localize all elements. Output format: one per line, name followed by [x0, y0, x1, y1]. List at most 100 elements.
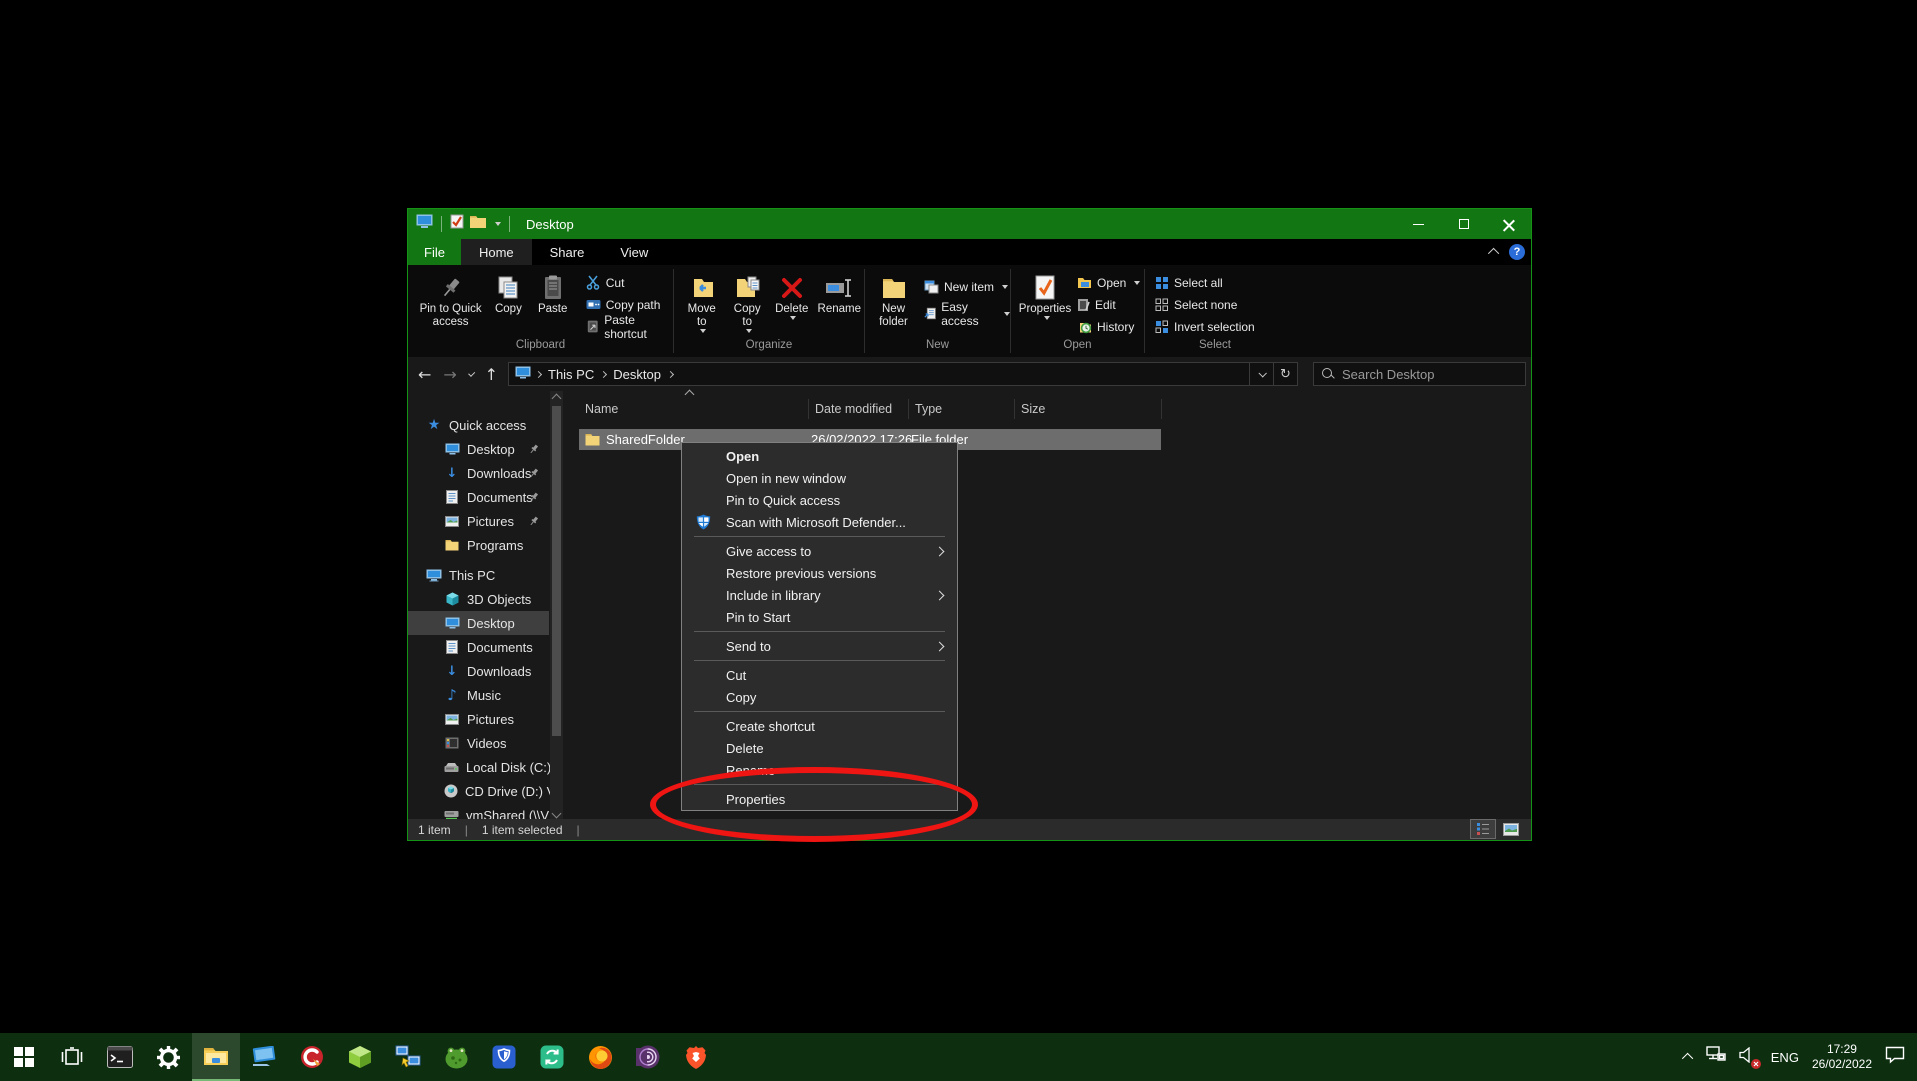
copy-path-button[interactable]: Copy path — [586, 295, 673, 314]
invert-selection-button[interactable]: Invert selection — [1155, 317, 1255, 336]
pc-transfer-button[interactable] — [384, 1033, 432, 1081]
remote-desktop-button[interactable] — [240, 1033, 288, 1081]
sidebar-item-programs[interactable]: Programs — [408, 533, 549, 557]
scrollbar-thumb[interactable] — [552, 406, 561, 736]
delete-button[interactable]: Delete — [771, 271, 813, 322]
sidebar-item-3d-objects[interactable]: 3D Objects — [408, 587, 549, 611]
sync-app-button[interactable] — [528, 1033, 576, 1081]
sidebar-item-pictures[interactable]: Pictures — [408, 707, 549, 731]
sidebar-item-local-disk-c[interactable]: Local Disk (C:) — [408, 755, 549, 779]
sidebar-item-downloads[interactable]: ↓ Downloads — [408, 659, 549, 683]
sidebar-item-quick-access[interactable]: ★ Quick access — [408, 413, 549, 437]
collapse-ribbon-icon[interactable] — [1488, 248, 1499, 259]
paste-shortcut-button[interactable]: Paste shortcut — [586, 317, 673, 336]
edit-button[interactable]: Edit — [1077, 295, 1140, 314]
menu-item-pin-to-start[interactable]: Pin to Start — [682, 606, 957, 628]
sidebar-item-documents[interactable]: Documents — [408, 635, 549, 659]
breadcrumb-desktop[interactable]: Desktop — [611, 367, 663, 382]
minimize-button[interactable] — [1396, 209, 1441, 239]
ccleaner-button[interactable] — [288, 1033, 336, 1081]
copy-to-button[interactable]: Copy to — [725, 271, 768, 335]
help-icon[interactable]: ? — [1509, 244, 1525, 260]
column-header-name[interactable]: Name — [585, 397, 618, 421]
sidebar-item-videos[interactable]: Videos — [408, 731, 549, 755]
cut-button[interactable]: Cut — [586, 273, 673, 292]
select-all-button[interactable]: Select all — [1155, 273, 1255, 292]
brave-button[interactable] — [672, 1033, 720, 1081]
column-header-date-modified[interactable]: Date modified — [815, 397, 892, 421]
tor-browser-button[interactable] — [624, 1033, 672, 1081]
clock[interactable]: 17:29 26/02/2022 — [1812, 1042, 1872, 1072]
sidebar-item-this-pc[interactable]: This PC — [408, 563, 549, 587]
bitwarden-button[interactable] — [480, 1033, 528, 1081]
sidebar-item-desktop[interactable]: Desktop — [408, 611, 549, 635]
firefox-button[interactable] — [576, 1033, 624, 1081]
sidebar-scrollbar[interactable] — [550, 391, 563, 821]
action-center-icon[interactable] — [1885, 1046, 1905, 1069]
taskbar-file-explorer-button[interactable] — [192, 1033, 240, 1081]
scroll-down-icon[interactable] — [552, 809, 562, 819]
virtualbox-button[interactable] — [336, 1033, 384, 1081]
menu-item-include-in-library[interactable]: Include in library — [682, 584, 957, 606]
volume-muted-icon[interactable] — [1739, 1047, 1758, 1068]
tab-view[interactable]: View — [602, 239, 666, 265]
sidebar-item-documents-qa[interactable]: Documents — [408, 485, 549, 509]
new-folder-button[interactable]: New folder — [871, 271, 916, 331]
sidebar-item-cd-drive-d[interactable]: CD Drive (D:) Vir — [408, 779, 549, 803]
sidebar-item-downloads-qa[interactable]: ↓ Downloads — [408, 461, 549, 485]
column-header-type[interactable]: Type — [915, 397, 942, 421]
hidden-icons-chevron[interactable] — [1682, 1053, 1693, 1064]
copy-button[interactable]: Copy — [489, 271, 527, 318]
search-input[interactable] — [1342, 367, 1502, 382]
large-icons-view-button[interactable] — [1499, 820, 1523, 838]
menu-item-copy[interactable]: Copy — [682, 686, 957, 708]
tab-file[interactable]: File — [408, 239, 461, 265]
start-button[interactable] — [0, 1033, 48, 1081]
sidebar-item-music[interactable]: ♪ Music — [408, 683, 549, 707]
sidebar-item-desktop-qa[interactable]: Desktop — [408, 437, 549, 461]
qat-properties-button[interactable] — [450, 214, 464, 234]
menu-item-scan-with-defender[interactable]: Scan with Microsoft Defender... — [682, 511, 957, 533]
breadcrumb-this-pc[interactable]: This PC — [546, 367, 596, 382]
column-header-size[interactable]: Size — [1021, 397, 1045, 421]
close-button[interactable] — [1486, 209, 1531, 239]
easy-access-button[interactable]: Easy access — [924, 304, 1010, 323]
language-indicator[interactable]: ENG — [1771, 1050, 1799, 1065]
back-button[interactable]: ← — [418, 365, 431, 384]
properties-button[interactable]: Properties — [1015, 271, 1075, 322]
paste-button[interactable]: Paste — [532, 271, 574, 318]
menu-item-create-shortcut[interactable]: Create shortcut — [682, 715, 957, 737]
new-item-button[interactable]: New item — [924, 277, 1010, 296]
menu-item-open[interactable]: Open — [682, 445, 957, 467]
menu-item-delete[interactable]: Delete — [682, 737, 957, 759]
qat-customize-dropdown-icon[interactable] — [495, 222, 501, 226]
select-none-button[interactable]: Select none — [1155, 295, 1255, 314]
open-button[interactable]: Open — [1077, 273, 1140, 292]
task-view-button[interactable] — [48, 1033, 96, 1081]
menu-item-pin-to-quick-access[interactable]: Pin to Quick access — [682, 489, 957, 511]
command-prompt-button[interactable] — [96, 1033, 144, 1081]
menu-item-restore-previous-versions[interactable]: Restore previous versions — [682, 562, 957, 584]
recent-locations-icon[interactable] — [468, 370, 475, 377]
move-to-button[interactable]: Move to — [680, 271, 723, 335]
details-view-button[interactable] — [1471, 820, 1495, 838]
frog-app-button[interactable] — [432, 1033, 480, 1081]
address-history-button[interactable] — [1249, 363, 1273, 385]
settings-button[interactable] — [144, 1033, 192, 1081]
tab-share[interactable]: Share — [532, 239, 603, 265]
tab-home[interactable]: Home — [461, 239, 532, 265]
menu-item-send-to[interactable]: Send to — [682, 635, 957, 657]
qat-newfolder-button[interactable] — [470, 215, 486, 233]
up-button[interactable]: ↑ — [485, 365, 498, 384]
refresh-button[interactable]: ↻ — [1273, 363, 1297, 385]
forward-button[interactable]: → — [443, 365, 456, 384]
history-button[interactable]: History — [1077, 317, 1140, 336]
menu-item-open-in-new-window[interactable]: Open in new window — [682, 467, 957, 489]
address-box[interactable]: This PC Desktop ↻ — [508, 362, 1298, 386]
network-tray-icon[interactable] — [1706, 1046, 1726, 1068]
scroll-up-icon[interactable] — [552, 394, 562, 404]
menu-item-give-access-to[interactable]: Give access to — [682, 540, 957, 562]
pin-to-quick-access-button[interactable]: Pin to Quick access — [416, 271, 485, 331]
maximize-button[interactable] — [1441, 209, 1486, 239]
search-box[interactable] — [1313, 362, 1526, 386]
